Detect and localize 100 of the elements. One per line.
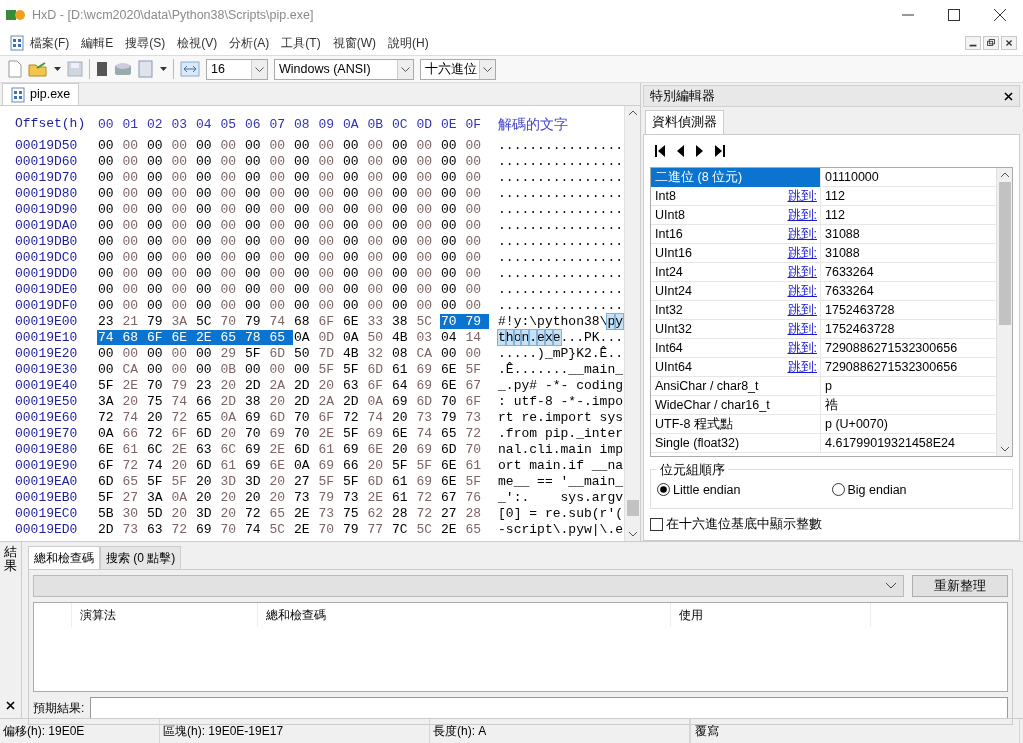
hex-byte[interactable]: 00 (391, 282, 416, 298)
hex-byte[interactable]: 69 (415, 442, 440, 458)
hex-byte[interactable]: 65 (219, 330, 244, 346)
hex-byte[interactable]: 00 (440, 170, 465, 186)
type-label[interactable]: Int16 (651, 224, 782, 244)
hex-byte[interactable]: 00 (293, 282, 318, 298)
hex-byte[interactable]: 00 (366, 250, 391, 266)
hex-byte[interactable]: 00 (391, 218, 416, 234)
hex-byte[interactable]: 28 (464, 506, 489, 522)
hex-byte[interactable]: 62 (366, 506, 391, 522)
hex-byte[interactable]: 00 (219, 266, 244, 282)
hex-byte[interactable]: 0D (317, 330, 342, 346)
hex-byte[interactable]: 33 (366, 314, 391, 330)
hex-byte[interactable]: 2E (195, 330, 220, 346)
hex-byte[interactable]: 00 (219, 218, 244, 234)
hex-byte[interactable]: 00 (146, 282, 171, 298)
hex-byte[interactable]: 20 (219, 490, 244, 506)
hex-byte[interactable]: 27 (121, 490, 146, 506)
hex-byte[interactable]: 00 (268, 170, 293, 186)
hex-byte[interactable]: 5F (391, 458, 416, 474)
hex-byte[interactable]: 73 (317, 506, 342, 522)
hex-byte[interactable]: 00 (415, 282, 440, 298)
hex-byte[interactable]: 00 (342, 170, 367, 186)
type-label[interactable]: UTF-8 程式點 (651, 414, 820, 434)
hex-byte[interactable]: 00 (244, 154, 269, 170)
hex-byte[interactable]: 65 (464, 522, 489, 538)
hex-byte[interactable]: 00 (391, 138, 416, 154)
hex-byte[interactable]: 6D (195, 458, 220, 474)
hex-byte[interactable]: 00 (146, 202, 171, 218)
hex-byte[interactable]: 6D (440, 442, 465, 458)
hex-byte[interactable]: 00 (97, 250, 122, 266)
hex-byte[interactable]: 2E (293, 522, 318, 538)
hex-byte[interactable]: 00 (366, 170, 391, 186)
hex-byte[interactable]: 5C (268, 522, 293, 538)
hex-byte[interactable]: 00 (366, 298, 391, 314)
hex-byte[interactable]: 74 (415, 426, 440, 442)
hex-byte[interactable]: 0A (293, 330, 318, 346)
hex-byte[interactable]: 00 (317, 186, 342, 202)
hex-byte[interactable]: 6C (219, 442, 244, 458)
hex-byte[interactable]: 00 (97, 346, 122, 362)
folder-icon[interactable] (28, 60, 48, 78)
hex-byte[interactable]: 00 (146, 298, 171, 314)
hex-byte[interactable]: 20 (391, 410, 416, 426)
hex-byte[interactable]: 00 (170, 186, 195, 202)
hex-byte[interactable]: 00 (97, 202, 122, 218)
hex-byte[interactable]: 00 (440, 234, 465, 250)
hex-byte[interactable]: 00 (293, 202, 318, 218)
scrollbar[interactable] (996, 167, 1012, 456)
hex-byte[interactable]: 00 (268, 362, 293, 378)
hex-byte[interactable]: 5F (342, 474, 367, 490)
hex-byte[interactable]: 69 (244, 410, 269, 426)
hex-byte[interactable]: 00 (317, 202, 342, 218)
hex-byte[interactable]: 00 (170, 202, 195, 218)
menu-item[interactable]: 檢視(V) (171, 31, 224, 54)
caret-icon[interactable] (54, 67, 61, 71)
hex-byte[interactable]: 00 (195, 250, 220, 266)
hex-byte[interactable]: 00 (391, 266, 416, 282)
hex-byte[interactable]: 00 (170, 138, 195, 154)
hex-byte[interactable]: 73 (342, 490, 367, 506)
hex-byte[interactable]: 00 (415, 202, 440, 218)
hex-byte[interactable]: 00 (121, 202, 146, 218)
hex-byte[interactable]: 14 (464, 330, 489, 346)
hex-byte[interactable]: 79 (464, 314, 489, 330)
hex-byte[interactable]: 69 (415, 362, 440, 378)
hex-byte[interactable]: 0A (293, 458, 318, 474)
hex-byte[interactable]: 5D (146, 506, 171, 522)
hex-byte[interactable]: 00 (391, 234, 416, 250)
hex-byte[interactable]: 0A (170, 490, 195, 506)
menu-item[interactable]: 工具(T) (275, 31, 327, 54)
hex-byte[interactable]: 50 (293, 346, 318, 362)
hex-byte[interactable]: 6D (366, 474, 391, 490)
hex-byte[interactable]: 00 (121, 218, 146, 234)
hex-byte[interactable]: 00 (464, 346, 489, 362)
hex-byte[interactable]: 65 (440, 426, 465, 442)
jump-link[interactable]: 跳到: (782, 243, 820, 263)
hex-byte[interactable]: 00 (121, 266, 146, 282)
hex-byte[interactable]: 00 (195, 154, 220, 170)
last-icon[interactable] (714, 143, 726, 158)
hex-byte[interactable]: 00 (440, 250, 465, 266)
type-label[interactable]: 二進位 (8 位元) (651, 167, 820, 187)
hex-byte[interactable]: 3A (170, 314, 195, 330)
menu-item[interactable]: 視窗(W) (326, 31, 382, 54)
hex-byte[interactable]: 00 (415, 234, 440, 250)
file-tab[interactable]: pip.exe (2, 83, 80, 105)
hex-byte[interactable]: 73 (121, 522, 146, 538)
hex-byte[interactable]: 2E (440, 522, 465, 538)
type-label[interactable]: Single (float32) (651, 433, 820, 453)
chip-icon[interactable] (96, 61, 108, 77)
scrollbar[interactable] (624, 106, 640, 541)
hex-byte[interactable]: 5F (170, 474, 195, 490)
first-icon[interactable] (654, 143, 666, 158)
hex-byte[interactable]: 00 (440, 298, 465, 314)
hex-byte[interactable]: 23 (195, 378, 220, 394)
hex-byte[interactable]: 00 (440, 346, 465, 362)
hex-byte[interactable]: 5F (464, 362, 489, 378)
hex-byte[interactable]: 00 (415, 298, 440, 314)
hex-byte[interactable]: 38 (244, 394, 269, 410)
hex-byte[interactable]: 74 (366, 410, 391, 426)
scrollbar-thumb[interactable] (626, 500, 639, 516)
hex-byte[interactable]: 00 (195, 298, 220, 314)
